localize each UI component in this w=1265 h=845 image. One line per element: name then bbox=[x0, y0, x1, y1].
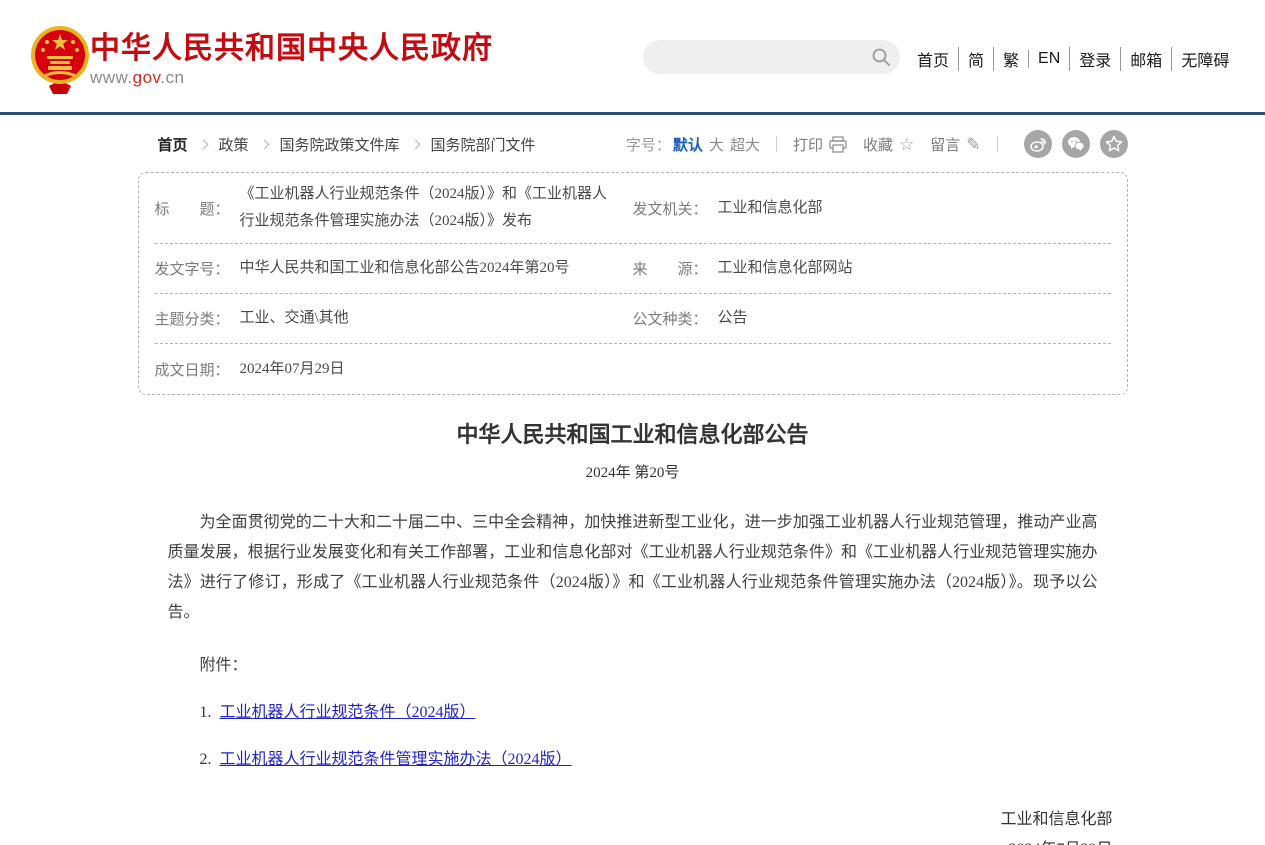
article: 中华人民共和国工业和信息化部公告 2024年 第20号 为全面贯彻党的二十大和二… bbox=[138, 417, 1128, 845]
wechat-icon bbox=[1067, 135, 1085, 153]
meta-cell-source: 来 源： 工业和信息化部网站 bbox=[633, 247, 1111, 290]
nav-traditional[interactable]: 繁 bbox=[993, 47, 1028, 71]
meta-label-docnum: 发文字号： bbox=[155, 258, 230, 279]
breadcrumb: 首页 政策 国务院政策文件库 国务院部门文件 bbox=[138, 134, 536, 155]
breadcrumb-toolbar-row: 首页 政策 国务院政策文件库 国务院部门文件 字号： 默认 大 超大 打印 bbox=[138, 130, 1128, 158]
header-divider bbox=[0, 112, 1265, 115]
font-size-large[interactable]: 大 bbox=[709, 134, 724, 155]
meta-label-date: 成文日期： bbox=[155, 359, 230, 380]
star-outline-icon: ☆ bbox=[899, 136, 914, 153]
meta-value-issuer: 工业和信息化部 bbox=[718, 195, 823, 222]
share-group bbox=[1014, 130, 1128, 158]
document-meta-table: 标 题： 《工业机器人行业规范条件（2024版）》和《工业机器人行业规范条件管理… bbox=[138, 172, 1128, 395]
search-input[interactable] bbox=[643, 40, 862, 74]
search-box bbox=[643, 40, 900, 74]
printer-icon bbox=[829, 136, 847, 153]
comment-label: 留言 bbox=[930, 134, 960, 155]
nav-login[interactable]: 登录 bbox=[1069, 47, 1120, 71]
meta-value-category: 工业、交通\其他 bbox=[240, 305, 349, 332]
share-weibo-button[interactable] bbox=[1024, 130, 1052, 158]
share-favorite-button[interactable] bbox=[1100, 130, 1128, 158]
weibo-icon bbox=[1029, 135, 1047, 153]
attachment-link-2[interactable]: 工业机器人行业规范条件管理实施办法（2024版） bbox=[220, 751, 572, 768]
meta-cell-docnum: 发文字号： 中华人民共和国工业和信息化部公告2024年第20号 bbox=[155, 247, 633, 290]
pencil-icon: ✎ bbox=[966, 136, 980, 153]
font-size-xlarge[interactable]: 超大 bbox=[730, 134, 760, 155]
attachment-number: 1. bbox=[200, 704, 212, 721]
breadcrumb-policy-library[interactable]: 国务院政策文件库 bbox=[280, 134, 400, 155]
breadcrumb-home[interactable]: 首页 bbox=[158, 134, 188, 155]
meta-value-docnum: 中华人民共和国工业和信息化部公告2024年第20号 bbox=[240, 255, 570, 282]
nav-simplified[interactable]: 简 bbox=[958, 47, 993, 71]
attachment-link-1[interactable]: 工业机器人行业规范条件（2024版） bbox=[220, 704, 476, 721]
page-toolbar: 字号： 默认 大 超大 打印 收藏 ☆ 留言 ✎ bbox=[626, 130, 1128, 158]
signature-date: 2024年7月29日 bbox=[138, 835, 1113, 845]
meta-label-doctype: 公文种类： bbox=[633, 308, 708, 329]
meta-cell-issuer: 发文机关： 工业和信息化部 bbox=[633, 187, 1111, 230]
site-url-gov: gov bbox=[133, 68, 161, 87]
meta-label-title: 标 题： bbox=[155, 198, 230, 219]
document-number: 2024年 第20号 bbox=[138, 461, 1128, 482]
font-size-label: 字号： bbox=[626, 134, 671, 155]
site-title[interactable]: 中华人民共和国中央人民政府 bbox=[90, 33, 493, 65]
nav-home[interactable]: 首页 bbox=[908, 47, 958, 71]
meta-value-source: 工业和信息化部网站 bbox=[718, 255, 853, 282]
comment-button[interactable]: 留言 ✎ bbox=[930, 134, 980, 155]
meta-value-title: 《工业机器人行业规范条件（2024版）》和《工业机器人行业规范条件管理实施办法（… bbox=[240, 181, 609, 235]
attachment-item: 1. 工业机器人行业规范条件（2024版） bbox=[138, 698, 1128, 722]
print-button[interactable]: 打印 bbox=[793, 134, 847, 155]
meta-row-title-issuer: 标 题： 《工业机器人行业规范条件（2024版）》和《工业机器人行业规范条件管理… bbox=[155, 173, 1111, 244]
meta-cell-category: 主题分类： 工业、交通\其他 bbox=[155, 297, 633, 340]
favorite-label: 收藏 bbox=[863, 134, 893, 155]
meta-cell-empty bbox=[633, 361, 1111, 377]
meta-row-docnum-source: 发文字号： 中华人民共和国工业和信息化部公告2024年第20号 来 源： 工业和… bbox=[155, 244, 1111, 294]
meta-label-source: 来 源： bbox=[633, 258, 708, 279]
attachment-item: 2. 工业机器人行业规范条件管理实施办法（2024版） bbox=[138, 745, 1128, 769]
signature-issuer: 工业和信息化部 bbox=[138, 805, 1113, 835]
national-emblem-logo[interactable] bbox=[27, 24, 93, 94]
document-paragraph: 为全面贯彻党的二十大和二十届二中、三中全会精神，加快推进新型工业化，进一步加强工… bbox=[138, 508, 1128, 628]
nav-english[interactable]: EN bbox=[1028, 50, 1069, 68]
meta-cell-title: 标 题： 《工业机器人行业规范条件（2024版）》和《工业机器人行业规范条件管理… bbox=[155, 173, 633, 243]
chevron-right-icon bbox=[410, 139, 420, 149]
meta-row-date: 成文日期： 2024年07月29日 bbox=[155, 344, 1111, 394]
star-badge-icon bbox=[1105, 135, 1123, 153]
signature-block: 工业和信息化部 2024年7月29日 bbox=[138, 805, 1128, 845]
meta-cell-doctype: 公文种类： 公告 bbox=[633, 297, 1111, 340]
nav-mailbox[interactable]: 邮箱 bbox=[1120, 47, 1171, 71]
site-header: 中华人民共和国中央人民政府 www.gov.cn 首页 简 繁 EN 登录 邮箱… bbox=[0, 0, 1265, 112]
meta-label-category: 主题分类： bbox=[155, 308, 230, 329]
breadcrumb-policy[interactable]: 政策 bbox=[219, 134, 249, 155]
meta-label-issuer: 发文机关： bbox=[633, 198, 708, 219]
document-title: 中华人民共和国工业和信息化部公告 bbox=[138, 417, 1128, 449]
site-url-suffix: .cn bbox=[160, 68, 184, 87]
print-label: 打印 bbox=[793, 134, 823, 155]
chevron-right-icon bbox=[198, 139, 208, 149]
site-url-prefix: www. bbox=[90, 68, 133, 87]
meta-value-date: 2024年07月29日 bbox=[240, 356, 345, 383]
national-emblem-icon bbox=[27, 24, 93, 94]
breadcrumb-department-docs[interactable]: 国务院部门文件 bbox=[431, 134, 536, 155]
site-title-block: 中华人民共和国中央人民政府 www.gov.cn bbox=[90, 33, 493, 88]
meta-row-category-type: 主题分类： 工业、交通\其他 公文种类： 公告 bbox=[155, 294, 1111, 344]
search-button[interactable] bbox=[862, 40, 900, 74]
search-icon bbox=[871, 47, 891, 67]
top-nav: 首页 简 繁 EN 登录 邮箱 无障碍 bbox=[908, 47, 1238, 71]
attachment-number: 2. bbox=[200, 751, 212, 768]
meta-cell-date: 成文日期： 2024年07月29日 bbox=[155, 348, 633, 391]
nav-accessibility[interactable]: 无障碍 bbox=[1171, 47, 1238, 71]
attachments-label: 附件： bbox=[138, 651, 1128, 675]
main-content: 首页 政策 国务院政策文件库 国务院部门文件 字号： 默认 大 超大 打印 bbox=[138, 130, 1128, 845]
toolbar-separator bbox=[997, 136, 998, 152]
font-size-default[interactable]: 默认 bbox=[673, 134, 703, 155]
favorite-button[interactable]: 收藏 ☆ bbox=[863, 134, 914, 155]
chevron-right-icon bbox=[259, 139, 269, 149]
site-url: www.gov.cn bbox=[90, 68, 493, 88]
meta-value-doctype: 公告 bbox=[718, 305, 748, 332]
share-wechat-button[interactable] bbox=[1062, 130, 1090, 158]
toolbar-separator bbox=[776, 136, 777, 152]
